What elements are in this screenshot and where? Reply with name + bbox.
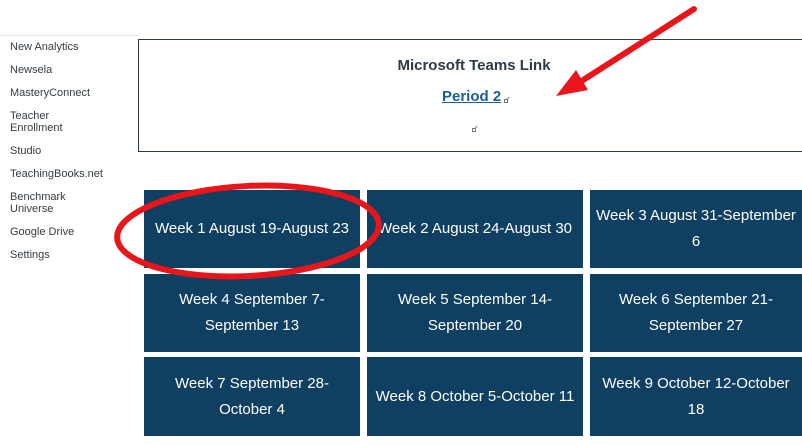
week-2-tile[interactable]: Week 2 August 24-August 30 <box>367 190 583 268</box>
week-5-tile[interactable]: Week 5 September 14-September 20 <box>367 274 583 352</box>
week-3-tile[interactable]: Week 3 August 31-September 6 <box>590 190 802 268</box>
sidebar-item-google-drive[interactable]: Google Drive <box>10 226 130 238</box>
sidebar-divider <box>0 35 138 36</box>
sidebar-list: New Analytics Newsela MasteryConnect Tea… <box>10 41 130 272</box>
external-link-icon <box>504 96 510 104</box>
sidebar-item-settings[interactable]: Settings <box>10 249 130 261</box>
sidebar-item-newsela[interactable]: Newsela <box>10 64 130 76</box>
sidebar-item-teachingbooks[interactable]: TeachingBooks.net <box>10 168 130 180</box>
week-7-tile[interactable]: Week 7 September 28-October 4 <box>144 357 360 436</box>
week-8-tile[interactable]: Week 8 October 5-October 11 <box>367 357 583 436</box>
sidebar-item-studio[interactable]: Studio <box>10 145 130 157</box>
sidebar-item-teacher-enrollment[interactable]: Teacher Enrollment <box>10 110 80 134</box>
external-link-icon <box>472 125 478 133</box>
week-1-tile[interactable]: Week 1 August 19-August 23 <box>144 190 360 268</box>
week-9-tile[interactable]: Week 9 October 12-October 18 <box>590 357 802 436</box>
sidebar-item-new-analytics[interactable]: New Analytics <box>10 41 130 53</box>
course-nav-sidebar: New Analytics Newsela MasteryConnect Tea… <box>0 0 138 445</box>
week-4-tile[interactable]: Week 4 September 7-September 13 <box>144 274 360 352</box>
teams-link-box: Microsoft Teams Link Period 2 <box>138 39 802 152</box>
sidebar-item-masteryconnect[interactable]: MasteryConnect <box>10 87 130 99</box>
period-2-link[interactable]: Period 2 <box>442 88 501 105</box>
teams-title: Microsoft Teams Link <box>397 57 551 74</box>
sidebar-item-benchmark-universe[interactable]: Benchmark Universe <box>10 191 80 215</box>
week-6-tile[interactable]: Week 6 September 21-September 27 <box>590 274 802 352</box>
